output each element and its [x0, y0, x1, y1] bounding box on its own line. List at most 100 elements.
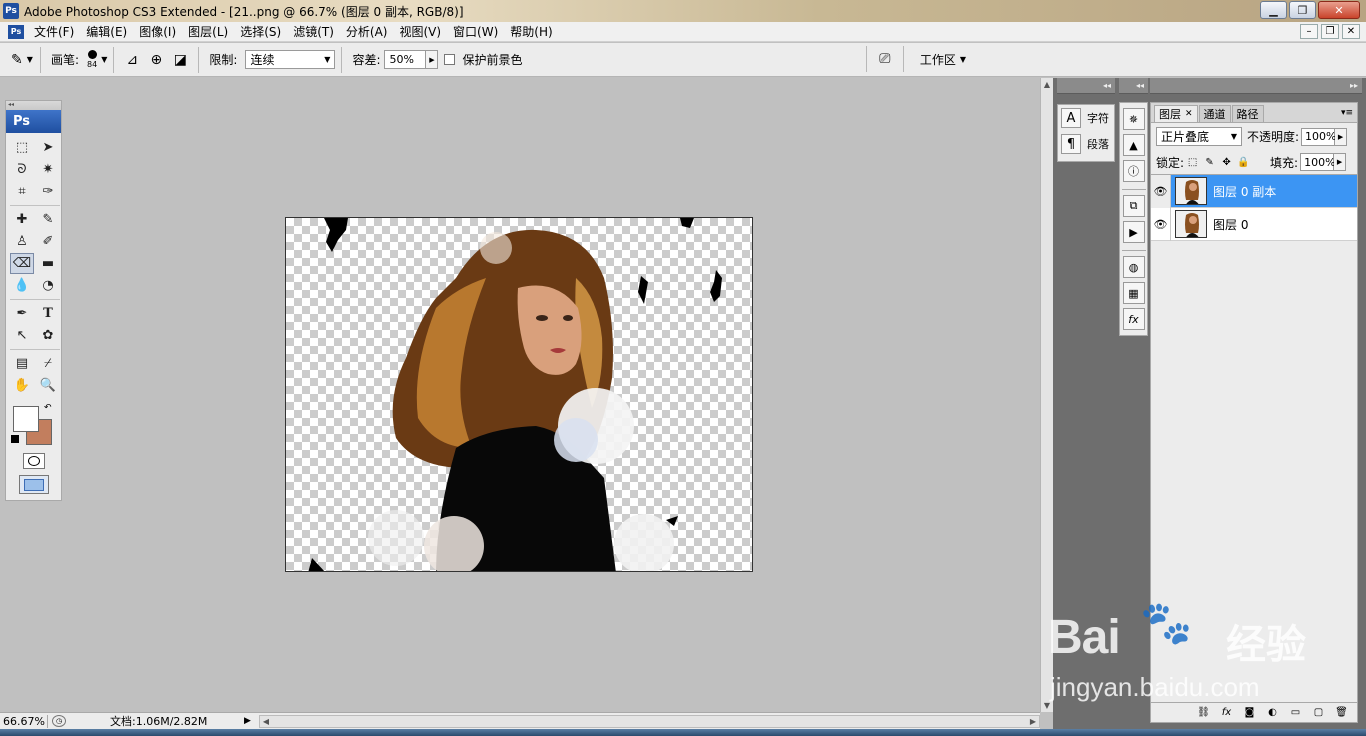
- layer-name[interactable]: 图层 0 副本: [1213, 183, 1276, 200]
- fill-input[interactable]: 100%: [1300, 153, 1336, 171]
- scroll-right-icon[interactable]: ▶: [1030, 717, 1036, 726]
- menu-image[interactable]: 图像(I): [133, 23, 182, 40]
- type-tool[interactable]: T: [36, 303, 60, 324]
- brush-tool[interactable]: ✎: [36, 209, 60, 230]
- fx-icon[interactable]: fx: [1219, 706, 1234, 720]
- dock-column-header[interactable]: ◂◂: [1057, 78, 1115, 94]
- swap-colors-icon[interactable]: ↶: [44, 403, 52, 413]
- sampling-continuous-button[interactable]: ⊿: [120, 49, 144, 71]
- dock-column-header[interactable]: ◂◂: [1119, 78, 1148, 94]
- lock-transparency-icon[interactable]: ⬚: [1187, 157, 1198, 168]
- pen-tool[interactable]: ✒: [10, 303, 34, 324]
- opacity-slider-toggle[interactable]: ▶: [1335, 127, 1348, 146]
- scroll-up-icon[interactable]: ▲: [1044, 80, 1050, 89]
- histogram-button[interactable]: ▲: [1122, 134, 1145, 156]
- crop-tool[interactable]: ⌗: [10, 181, 34, 202]
- history-brush-tool[interactable]: ✐: [36, 231, 60, 252]
- gradient-tool[interactable]: ▬: [36, 253, 60, 274]
- lock-all-icon[interactable]: 🔒: [1237, 157, 1249, 168]
- blur-tool[interactable]: 💧: [10, 275, 34, 296]
- opacity-input[interactable]: 100%: [1301, 127, 1337, 146]
- history-button[interactable]: ⧉: [1122, 195, 1145, 217]
- notes-tool[interactable]: ▤: [10, 353, 34, 374]
- menu-select[interactable]: 选择(S): [234, 23, 287, 40]
- new-layer-icon[interactable]: ▢: [1311, 706, 1326, 720]
- scroll-down-icon[interactable]: ▼: [1044, 701, 1050, 710]
- slice-tool[interactable]: ✑: [36, 181, 60, 202]
- tolerance-slider-toggle[interactable]: ▶: [426, 50, 439, 69]
- default-colors-icon[interactable]: [11, 435, 19, 443]
- blend-mode-select[interactable]: 正片叠底 ▼: [1156, 127, 1242, 146]
- layer-row[interactable]: 👁 图层 0: [1151, 207, 1357, 241]
- eye-icon[interactable]: 👁: [1151, 174, 1171, 208]
- tool-preset-picker[interactable]: ✎ ▼: [10, 49, 34, 71]
- menu-file[interactable]: 文件(F): [28, 23, 80, 40]
- maximize-button[interactable]: ❐: [1289, 1, 1316, 19]
- toolbox-grip[interactable]: ◂◂: [6, 101, 61, 110]
- protect-foreground-checkbox[interactable]: [444, 54, 456, 65]
- status-info-icon[interactable]: ◷: [52, 715, 66, 727]
- sampling-swatch-button[interactable]: ◪: [168, 49, 192, 71]
- quick-mask-button[interactable]: [22, 453, 45, 469]
- shape-tool[interactable]: ✿: [36, 325, 60, 346]
- menu-view[interactable]: 视图(V): [393, 23, 447, 40]
- marquee-tool[interactable]: ⬚: [10, 137, 34, 158]
- close-icon[interactable]: ✕: [1185, 109, 1193, 119]
- layer-name[interactable]: 图层 0: [1213, 216, 1248, 233]
- chevron-down-icon[interactable]: ▼: [101, 55, 107, 64]
- new-group-icon[interactable]: ▭: [1288, 706, 1303, 720]
- menu-edit[interactable]: 编辑(E): [80, 23, 133, 40]
- foreground-color-swatch[interactable]: [13, 406, 39, 432]
- panel-menu-icon[interactable]: ▾≡: [1341, 108, 1357, 122]
- path-selection-tool[interactable]: ↖: [10, 325, 34, 346]
- menu-filter[interactable]: 滤镜(T): [287, 23, 340, 40]
- menu-help[interactable]: 帮助(H): [504, 23, 558, 40]
- character-panel-button[interactable]: A 字符: [1058, 105, 1114, 131]
- layer-row[interactable]: 👁 图层 0 副本: [1151, 174, 1357, 208]
- horizontal-scrollbar[interactable]: ◀ ▶: [258, 714, 1040, 728]
- menu-analysis[interactable]: 分析(A): [340, 23, 394, 40]
- status-menu-arrow-icon[interactable]: ▶: [244, 716, 251, 726]
- add-mask-icon[interactable]: ◙: [1242, 706, 1257, 720]
- workspace-menu[interactable]: 工作区: [920, 51, 956, 68]
- lock-pixels-icon[interactable]: ✎: [1204, 157, 1215, 168]
- lock-position-icon[interactable]: ✥: [1221, 157, 1232, 168]
- eye-icon[interactable]: 👁: [1151, 207, 1171, 241]
- zoom-tool[interactable]: 🔍: [36, 375, 60, 396]
- menu-layer[interactable]: 图层(L): [182, 23, 234, 40]
- doc-restore-button[interactable]: ❐: [1321, 24, 1339, 39]
- eyedropper-tool[interactable]: ⌿: [36, 353, 60, 374]
- lasso-tool[interactable]: ᘐ: [10, 159, 34, 180]
- screen-mode-button[interactable]: [18, 475, 49, 494]
- bridge-button[interactable]: ⎚: [873, 48, 897, 70]
- close-button[interactable]: ✕: [1318, 1, 1360, 19]
- vertical-scrollbar[interactable]: ▲ ▼: [1040, 78, 1053, 712]
- document-icon[interactable]: Ps: [8, 24, 24, 39]
- chevron-down-icon[interactable]: ▼: [960, 55, 966, 64]
- document-canvas[interactable]: [285, 217, 753, 572]
- tolerance-input[interactable]: 50%: [384, 50, 427, 69]
- info-button[interactable]: ⓘ: [1122, 160, 1145, 182]
- doc-close-button[interactable]: ✕: [1342, 24, 1360, 39]
- brush-picker[interactable]: 84: [87, 50, 97, 69]
- scroll-left-icon[interactable]: ◀: [263, 717, 269, 726]
- link-layers-icon[interactable]: ⛓: [1196, 706, 1211, 720]
- trash-icon[interactable]: 🗑: [1334, 706, 1349, 720]
- zoom-level-field[interactable]: 66.67%: [0, 714, 48, 728]
- fill-slider-toggle[interactable]: ▶: [1334, 153, 1347, 171]
- sampling-once-button[interactable]: ⊕: [144, 49, 168, 71]
- tab-channels[interactable]: 通道: [1198, 105, 1231, 122]
- move-tool[interactable]: ➤: [36, 137, 60, 158]
- styles-button[interactable]: fx: [1122, 308, 1145, 330]
- doc-minimize-button[interactable]: –: [1300, 24, 1318, 39]
- tab-layers[interactable]: 图层 ✕: [1154, 105, 1198, 122]
- actions-button[interactable]: ▶: [1122, 221, 1145, 243]
- adjustment-layer-icon[interactable]: ◐: [1265, 706, 1280, 720]
- dodge-tool[interactable]: ◔: [36, 275, 60, 296]
- limit-select[interactable]: 连续 ▼: [245, 50, 336, 69]
- dock-column-header[interactable]: ▸▸: [1150, 78, 1362, 94]
- minimize-button[interactable]: ▁: [1260, 1, 1287, 19]
- paragraph-panel-button[interactable]: ¶ 段落: [1058, 131, 1114, 157]
- clone-stamp-tool[interactable]: ♙: [10, 231, 34, 252]
- tab-paths[interactable]: 路径: [1231, 105, 1264, 122]
